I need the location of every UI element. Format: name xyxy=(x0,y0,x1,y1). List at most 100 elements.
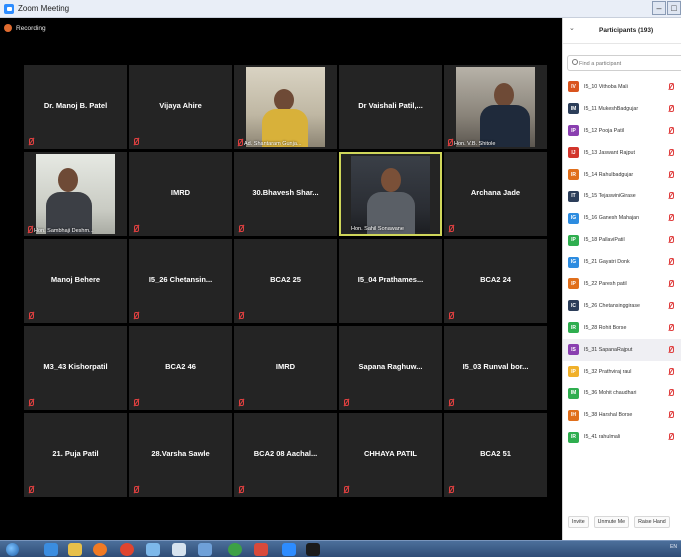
recording-label: Recording xyxy=(16,24,46,32)
avatar: IC xyxy=(568,300,579,312)
muted-mic-icon[interactable] xyxy=(668,280,674,288)
media-player-icon[interactable] xyxy=(93,543,107,556)
chrome-icon[interactable] xyxy=(120,543,134,556)
video-tile[interactable]: Vijaya Ahire xyxy=(129,65,232,149)
video-tile[interactable]: BCA2 46 xyxy=(129,326,232,410)
participant-row[interactable]: IC I5_26 Chetansinggirase xyxy=(563,295,681,317)
participant-row[interactable]: IV I5_10 Vithoba Mali xyxy=(563,76,681,98)
folder-icon[interactable] xyxy=(68,543,82,556)
app-icon[interactable] xyxy=(146,543,160,556)
search-input[interactable] xyxy=(579,58,679,69)
video-tile[interactable]: M3_43 Kishorpatil xyxy=(24,326,127,410)
chevron-down-icon[interactable]: ⌄ xyxy=(569,24,575,32)
muted-mic-icon[interactable] xyxy=(668,236,674,244)
muted-mic-icon[interactable] xyxy=(668,345,674,354)
muted-mic-icon[interactable] xyxy=(668,258,674,266)
unmute-me-button[interactable]: Unmute Me xyxy=(593,516,630,528)
video-tile[interactable]: Dr. Manoj B. Patel xyxy=(24,65,127,149)
participant-row[interactable]: IG I5_21 Gayatri Donk xyxy=(563,251,681,273)
video-tile[interactable]: 21. Puja Patil xyxy=(24,413,127,497)
zoom-icon[interactable] xyxy=(282,543,296,556)
participant-name: I5_18 PallaviPatil xyxy=(584,237,625,244)
participants-footer: Invite Unmute Me Raise Hand xyxy=(563,512,681,532)
participant-name: Dr. Manoj B. Patel xyxy=(43,101,108,110)
participant-name: I5_22 Paresh patil xyxy=(584,280,627,287)
search-icon xyxy=(572,59,578,65)
circle-app-icon[interactable] xyxy=(228,543,242,556)
participant-row[interactable]: IH I5_38 Harshal Borse xyxy=(563,404,681,426)
muted-mic-icon[interactable] xyxy=(668,83,674,91)
muted-mic-icon xyxy=(237,225,244,233)
muted-mic-icon[interactable] xyxy=(668,126,674,135)
muted-mic-icon[interactable] xyxy=(668,433,674,441)
muted-mic-icon[interactable] xyxy=(668,301,674,310)
participant-row[interactable]: IM I5_36 Mohit chaudhari xyxy=(563,382,681,404)
participant-row[interactable]: IR I5_14 Rahulbadgujar xyxy=(563,164,681,186)
video-tile[interactable]: Archana Jade xyxy=(444,152,547,236)
participant-row[interactable]: IJ I5_13 Jaswant Rajput xyxy=(563,142,681,164)
minimize-button[interactable]: – xyxy=(652,1,666,15)
muted-mic-icon xyxy=(27,312,34,320)
video-tile[interactable]: 30.Bhavesh Shar... xyxy=(234,152,337,236)
participant-row[interactable]: IT I5_15 TejaswiniGirase xyxy=(563,185,681,207)
raise-hand-button[interactable]: Raise Hand xyxy=(634,516,670,528)
start-orb-icon[interactable] xyxy=(6,543,19,556)
video-tile[interactable]: Dr Vaishali Patil,... xyxy=(339,65,442,149)
muted-mic-icon[interactable] xyxy=(668,104,674,113)
muted-mic-icon[interactable] xyxy=(668,214,674,222)
video-tile[interactable]: BCA2 24 xyxy=(444,239,547,323)
system-tray[interactable]: EN xyxy=(670,544,677,550)
participant-row[interactable]: IP I5_32 Prathviraj raul xyxy=(563,361,681,383)
video-tile[interactable]: IMRD xyxy=(234,326,337,410)
participant-row[interactable]: IR I5_28 Rohit Borse xyxy=(563,317,681,339)
video-tile[interactable]: Ad. Shantaram Gunja... xyxy=(234,65,337,149)
video-tile[interactable]: BCA2 08 Aachal... xyxy=(234,413,337,497)
participant-list: IV I5_10 Vithoba Mali IM I5_11 MukeshBadguj… xyxy=(563,76,681,448)
participant-name: I5_41 rahulmali xyxy=(584,434,621,441)
muted-mic-icon xyxy=(447,399,454,407)
participant-row[interactable]: IP I5_12 Pooja Patil xyxy=(563,120,681,142)
video-gallery: Recording Dr. Manoj B. Patel Vijaya Ahir… xyxy=(0,18,562,540)
video-tile[interactable]: 28.Varsha Sawle xyxy=(129,413,232,497)
zoom-app-icon xyxy=(4,3,14,14)
participant-video xyxy=(456,67,535,147)
video-tile[interactable]: I5_03 Runval bor... xyxy=(444,326,547,410)
participant-row[interactable]: IP I5_18 PallaviPatil xyxy=(563,229,681,251)
video-name-label: Hon. Sambhaji Deshm... xyxy=(34,228,94,234)
video-tile[interactable]: IMRD xyxy=(129,152,232,236)
muted-mic-icon[interactable] xyxy=(668,148,674,157)
maximize-button[interactable]: □ xyxy=(667,1,681,15)
video-tile[interactable]: CHHAYA PATIL xyxy=(339,413,442,497)
video-tile[interactable]: BCA2 25 xyxy=(234,239,337,323)
muted-mic-icon xyxy=(446,139,453,147)
word-icon[interactable] xyxy=(198,543,212,556)
video-name-label: Ad. Shantaram Gunja... xyxy=(244,141,302,147)
video-tile-active-speaker[interactable]: Hon. Sahil Sonawane xyxy=(339,152,442,236)
terminal-icon[interactable] xyxy=(306,543,320,556)
participant-row[interactable]: IG I5_16 Ganesh Mahajan xyxy=(563,207,681,229)
video-tile[interactable]: Hon. V.B. Shitole xyxy=(444,65,547,149)
participant-row[interactable]: IR I5_41 rahulmali xyxy=(563,426,681,448)
video-tile[interactable]: BCA2 51 xyxy=(444,413,547,497)
video-tile[interactable]: I5_26 Chetansin... xyxy=(129,239,232,323)
avatar: IP xyxy=(568,278,579,290)
paint-icon[interactable] xyxy=(254,543,268,556)
avatar: IR xyxy=(568,431,579,443)
muted-mic-icon[interactable] xyxy=(668,170,674,179)
muted-mic-icon[interactable] xyxy=(668,411,674,419)
video-tile[interactable]: I5_04 Prathames... xyxy=(339,239,442,323)
muted-mic-icon[interactable] xyxy=(668,389,674,397)
video-tile[interactable]: Hon. Sambhaji Deshm... xyxy=(24,152,127,236)
muted-mic-icon[interactable] xyxy=(668,367,674,376)
participant-row[interactable]: IM I5_11 MukeshBadgujar xyxy=(563,98,681,120)
ie-icon[interactable] xyxy=(44,543,58,556)
muted-mic-icon[interactable] xyxy=(668,323,674,332)
participant-row[interactable]: IP I5_22 Paresh patil xyxy=(563,273,681,295)
muted-mic-icon[interactable] xyxy=(668,192,674,200)
invite-button[interactable]: Invite xyxy=(568,516,589,528)
notepad-icon[interactable] xyxy=(172,543,186,556)
video-tile[interactable]: Sapana Raghuw... xyxy=(339,326,442,410)
video-tile[interactable]: Manoj Behere xyxy=(24,239,127,323)
participant-name: CHHAYA PATIL xyxy=(363,449,418,458)
participant-row[interactable]: IS I5_31 SapanaRajput xyxy=(563,338,681,361)
